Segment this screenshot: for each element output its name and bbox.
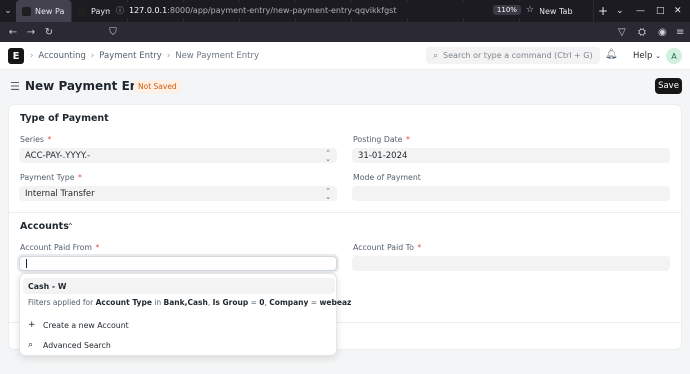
create-new-account-label: Create a new Account — [43, 320, 129, 330]
avatar[interactable]: A — [666, 48, 682, 64]
browser-tab-label: New Tab — [539, 6, 573, 16]
account-icon[interactable]: ◉ — [658, 22, 667, 42]
favicon-icon — [22, 6, 31, 16]
new-tab-button[interactable]: + — [594, 4, 612, 18]
section-title-type-of-payment: Type of Payment — [20, 113, 109, 124]
breadcrumb-separator-icon: › — [90, 51, 95, 61]
minimize-icon[interactable]: — — [636, 0, 645, 22]
bookmark-star-icon[interactable]: ☆ — [526, 5, 534, 15]
help-dropdown[interactable]: Help ⌄ — [633, 51, 661, 61]
zoom-level[interactable]: 110% — [492, 5, 521, 15]
breadcrumb: › Accounting › Payment Entry › New Payme… — [30, 51, 259, 61]
series-label: Series * — [20, 135, 52, 144]
search-icon: ⌕ — [433, 50, 439, 61]
help-label: Help — [633, 51, 653, 61]
tab-list-icon[interactable]: ⌄ — [0, 0, 16, 22]
payment-type-value: Internal Transfer — [25, 188, 95, 199]
maximize-icon[interactable]: □ — [656, 0, 665, 22]
series-select[interactable]: ACC-PAY-.YYYY.- ⌃ ⌄ — [19, 148, 337, 163]
account-dropdown: Cash - W Filters applied for Account Typ… — [19, 273, 351, 356]
section-divider — [9, 212, 681, 213]
app-logo[interactable]: E — [8, 48, 24, 64]
reload-icon[interactable]: ↻ — [40, 27, 58, 38]
status-badge: Not Saved — [134, 80, 181, 93]
series-value: ACC-PAY-.YYYY.- — [25, 150, 91, 161]
search-icon: ⌕ — [28, 340, 34, 350]
section-title-accounts[interactable]: Accounts — [20, 221, 69, 232]
create-new-account-option[interactable]: + Create a new Account — [23, 317, 335, 333]
browser-tab[interactable]: New Pa✕ — [16, 0, 72, 22]
account-paid-from-label: Account Paid From * — [20, 243, 100, 252]
search-placeholder: Search or type a command (Ctrl + G) — [443, 51, 593, 60]
payment-type-label: Payment Type * — [20, 173, 82, 182]
breadcrumb-separator-icon: › — [30, 51, 34, 61]
text-caret — [26, 259, 27, 268]
select-arrows-icon: ⌃ ⌄ — [325, 186, 331, 201]
tab-overflow-icon[interactable]: ⌄ — [616, 0, 624, 22]
forward-icon[interactable]: → — [22, 27, 40, 38]
select-arrows-icon: ⌃ ⌄ — [325, 148, 331, 163]
posting-date-label: Posting Date * — [353, 135, 410, 144]
plus-icon: + — [28, 320, 36, 330]
awesomebar-search-input[interactable]: ⌕ Search or type a command (Ctrl + G) — [426, 47, 600, 64]
breadcrumb-current: New Payment Entry — [175, 51, 259, 61]
url-path: :8000/app/payment-entry/new-payment-entr… — [167, 5, 397, 15]
chevron-up-icon[interactable]: ⌃ — [67, 222, 74, 231]
notification-bell-icon[interactable]: 🔔︎ — [605, 49, 618, 60]
browser-tab-label: New Pa — [35, 6, 65, 16]
advanced-search-label: Advanced Search — [43, 340, 111, 350]
mode-of-payment-input[interactable] — [352, 186, 670, 201]
breadcrumb-payment-entry[interactable]: Payment Entry — [99, 51, 162, 61]
mode-of-payment-label: Mode of Payment — [353, 173, 421, 182]
browser-nav-bar: ← → ↻ ⛉ — [0, 22, 690, 42]
payment-type-select[interactable]: Internal Transfer ⌃ ⌄ — [19, 186, 337, 201]
account-paid-to-label: Account Paid To * — [353, 243, 422, 252]
url-host: 127.0.0.1 — [129, 5, 168, 15]
pocket-icon[interactable]: ▽ — [618, 22, 626, 42]
favicon-icon — [78, 6, 87, 16]
advanced-search-option[interactable]: ⌕ Advanced Search — [23, 337, 335, 353]
back-icon[interactable]: ← — [4, 27, 22, 38]
url-bar[interactable]: ⓘ 127.0.0.1:8000/app/payment-entry/new-p… — [110, 2, 540, 18]
account-paid-from-input[interactable] — [19, 256, 337, 271]
browser-menu-icon[interactable]: ≡ — [676, 22, 684, 42]
posting-date-input[interactable]: 31-01-2024 — [352, 148, 670, 163]
page-info-icon[interactable]: ⓘ — [116, 5, 124, 16]
account-paid-to-input[interactable] — [352, 256, 670, 271]
extensions-icon[interactable]: ⛭ — [638, 22, 646, 42]
breadcrumb-separator-icon: › — [166, 51, 171, 61]
save-button[interactable]: Save — [655, 78, 682, 94]
posting-date-value: 31-01-2024 — [358, 150, 408, 161]
sidebar-toggle-icon[interactable]: ☰ — [10, 80, 20, 93]
window-close-icon[interactable]: ✕ — [674, 0, 682, 22]
chevron-down-icon: ⌄ — [655, 52, 661, 60]
breadcrumb-accounting[interactable]: Accounting — [38, 51, 85, 61]
shield-icon[interactable]: ⛉ — [104, 27, 122, 38]
dropdown-filter-note: Filters applied for Account Type in Bank… — [28, 298, 352, 307]
dropdown-option-cash-w[interactable]: Cash - W — [23, 278, 335, 294]
